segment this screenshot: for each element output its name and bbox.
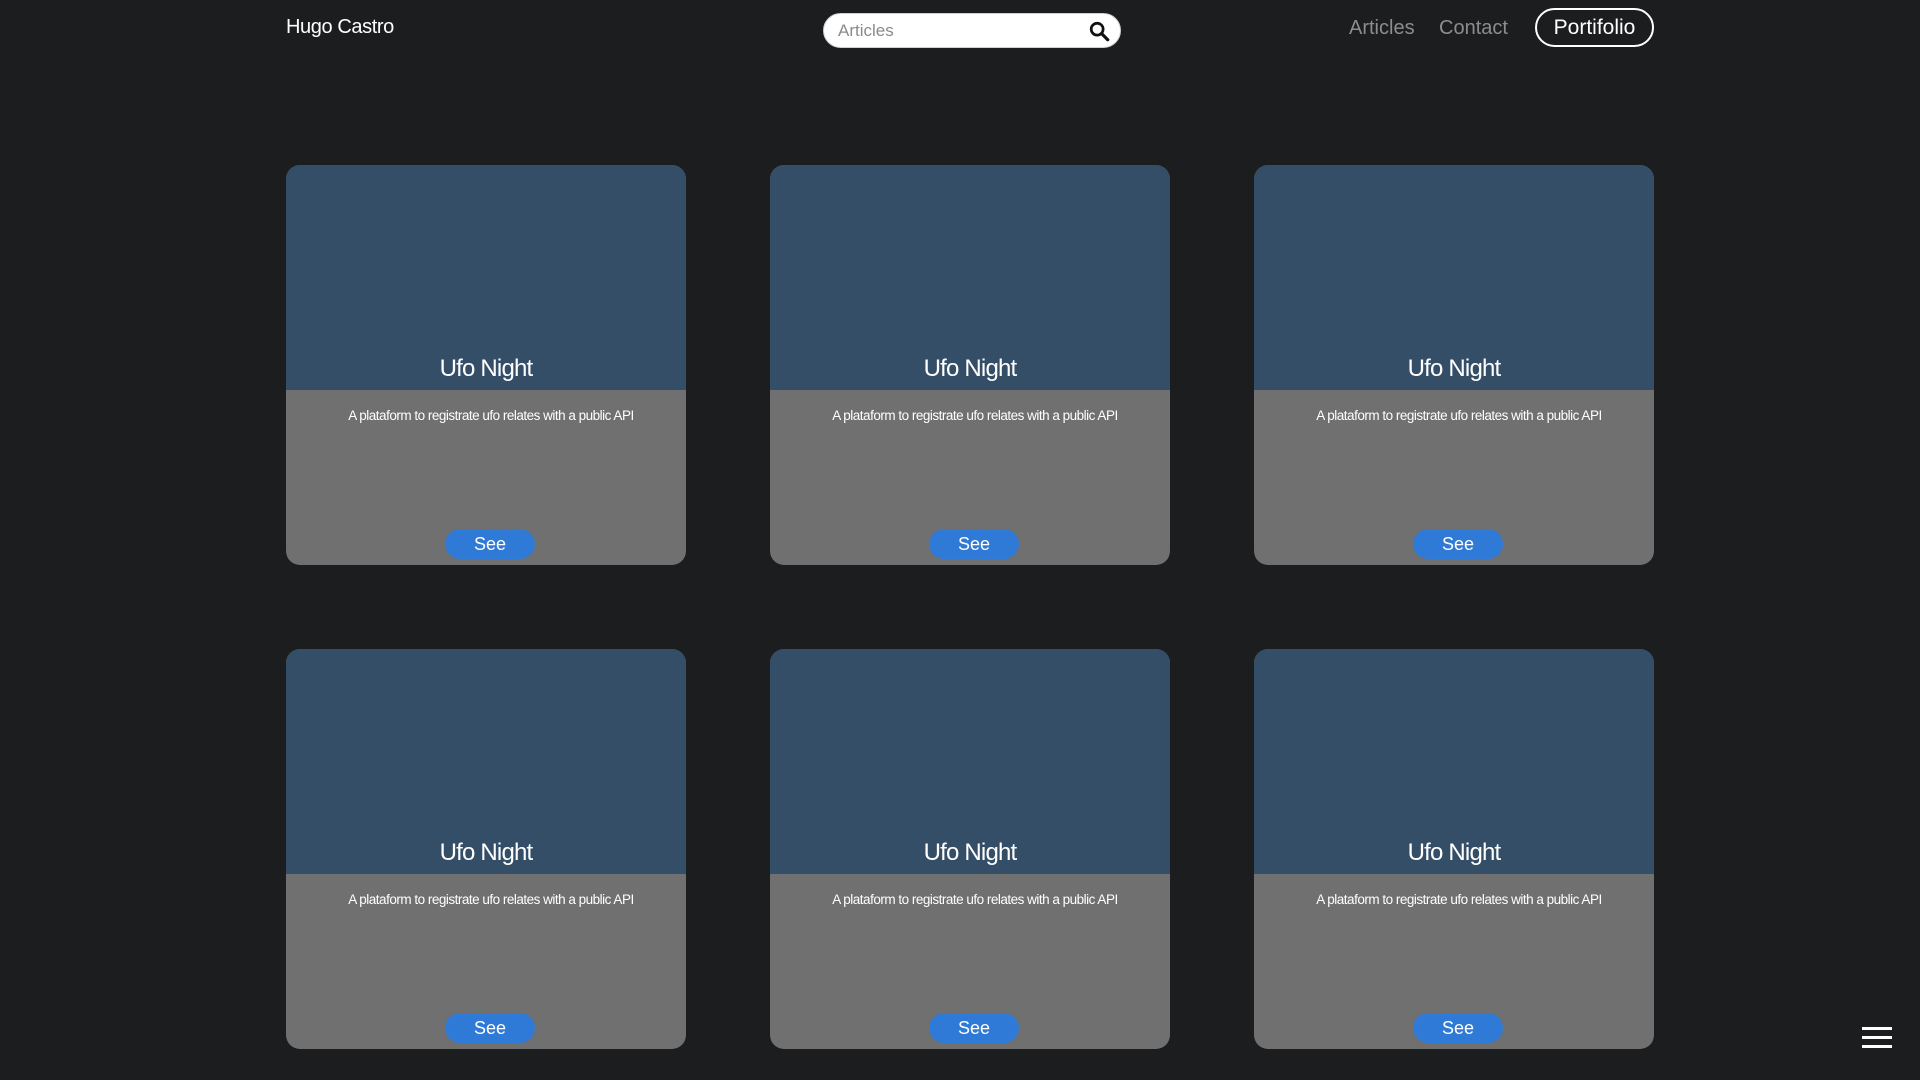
project-card: Ufo Night A plataform to registrate ufo … [286, 649, 686, 1049]
menu-bar [1862, 1027, 1892, 1030]
project-card: Ufo Night A plataform to registrate ufo … [770, 165, 1170, 565]
brand-name[interactable]: Hugo Castro [286, 16, 394, 39]
hamburger-menu-icon[interactable] [1862, 1027, 1894, 1051]
card-description: A plataform to registrate ufo relates wi… [832, 892, 1118, 907]
card-description: A plataform to registrate ufo relates wi… [1316, 408, 1602, 423]
card-description: A plataform to registrate ufo relates wi… [348, 408, 634, 423]
card-description: A plataform to registrate ufo relates wi… [348, 892, 634, 907]
search-icon[interactable] [1088, 20, 1110, 42]
nav-portfolio-button[interactable]: Portifolio [1535, 8, 1654, 47]
project-card: Ufo Night A plataform to registrate ufo … [1254, 165, 1654, 565]
see-button[interactable]: See [929, 1013, 1019, 1043]
card-title: Ufo Night [1407, 355, 1502, 382]
site-header: Hugo Castro Articles Contact Portifolio [0, 0, 1920, 60]
search-input[interactable] [838, 14, 1078, 47]
card-title: Ufo Night [439, 355, 534, 382]
card-description: A plataform to registrate ufo relates wi… [832, 408, 1118, 423]
project-card: Ufo Night A plataform to registrate ufo … [770, 649, 1170, 1049]
nav-contact-link[interactable]: Contact [1439, 17, 1508, 40]
see-button[interactable]: See [929, 529, 1019, 559]
card-description: A plataform to registrate ufo relates wi… [1316, 892, 1602, 907]
card-title: Ufo Night [1407, 839, 1502, 866]
project-card: Ufo Night A plataform to registrate ufo … [286, 165, 686, 565]
card-title: Ufo Night [923, 839, 1018, 866]
menu-bar [1862, 1045, 1892, 1048]
see-button[interactable]: See [1413, 1013, 1503, 1043]
see-button[interactable]: See [445, 529, 535, 559]
see-button[interactable]: See [1413, 529, 1503, 559]
nav-articles-link[interactable]: Articles [1349, 17, 1415, 40]
card-title: Ufo Night [439, 839, 534, 866]
see-button[interactable]: See [445, 1013, 535, 1043]
project-card: Ufo Night A plataform to registrate ufo … [1254, 649, 1654, 1049]
search-box[interactable] [823, 13, 1121, 48]
card-title: Ufo Night [923, 355, 1018, 382]
menu-bar [1862, 1036, 1892, 1039]
